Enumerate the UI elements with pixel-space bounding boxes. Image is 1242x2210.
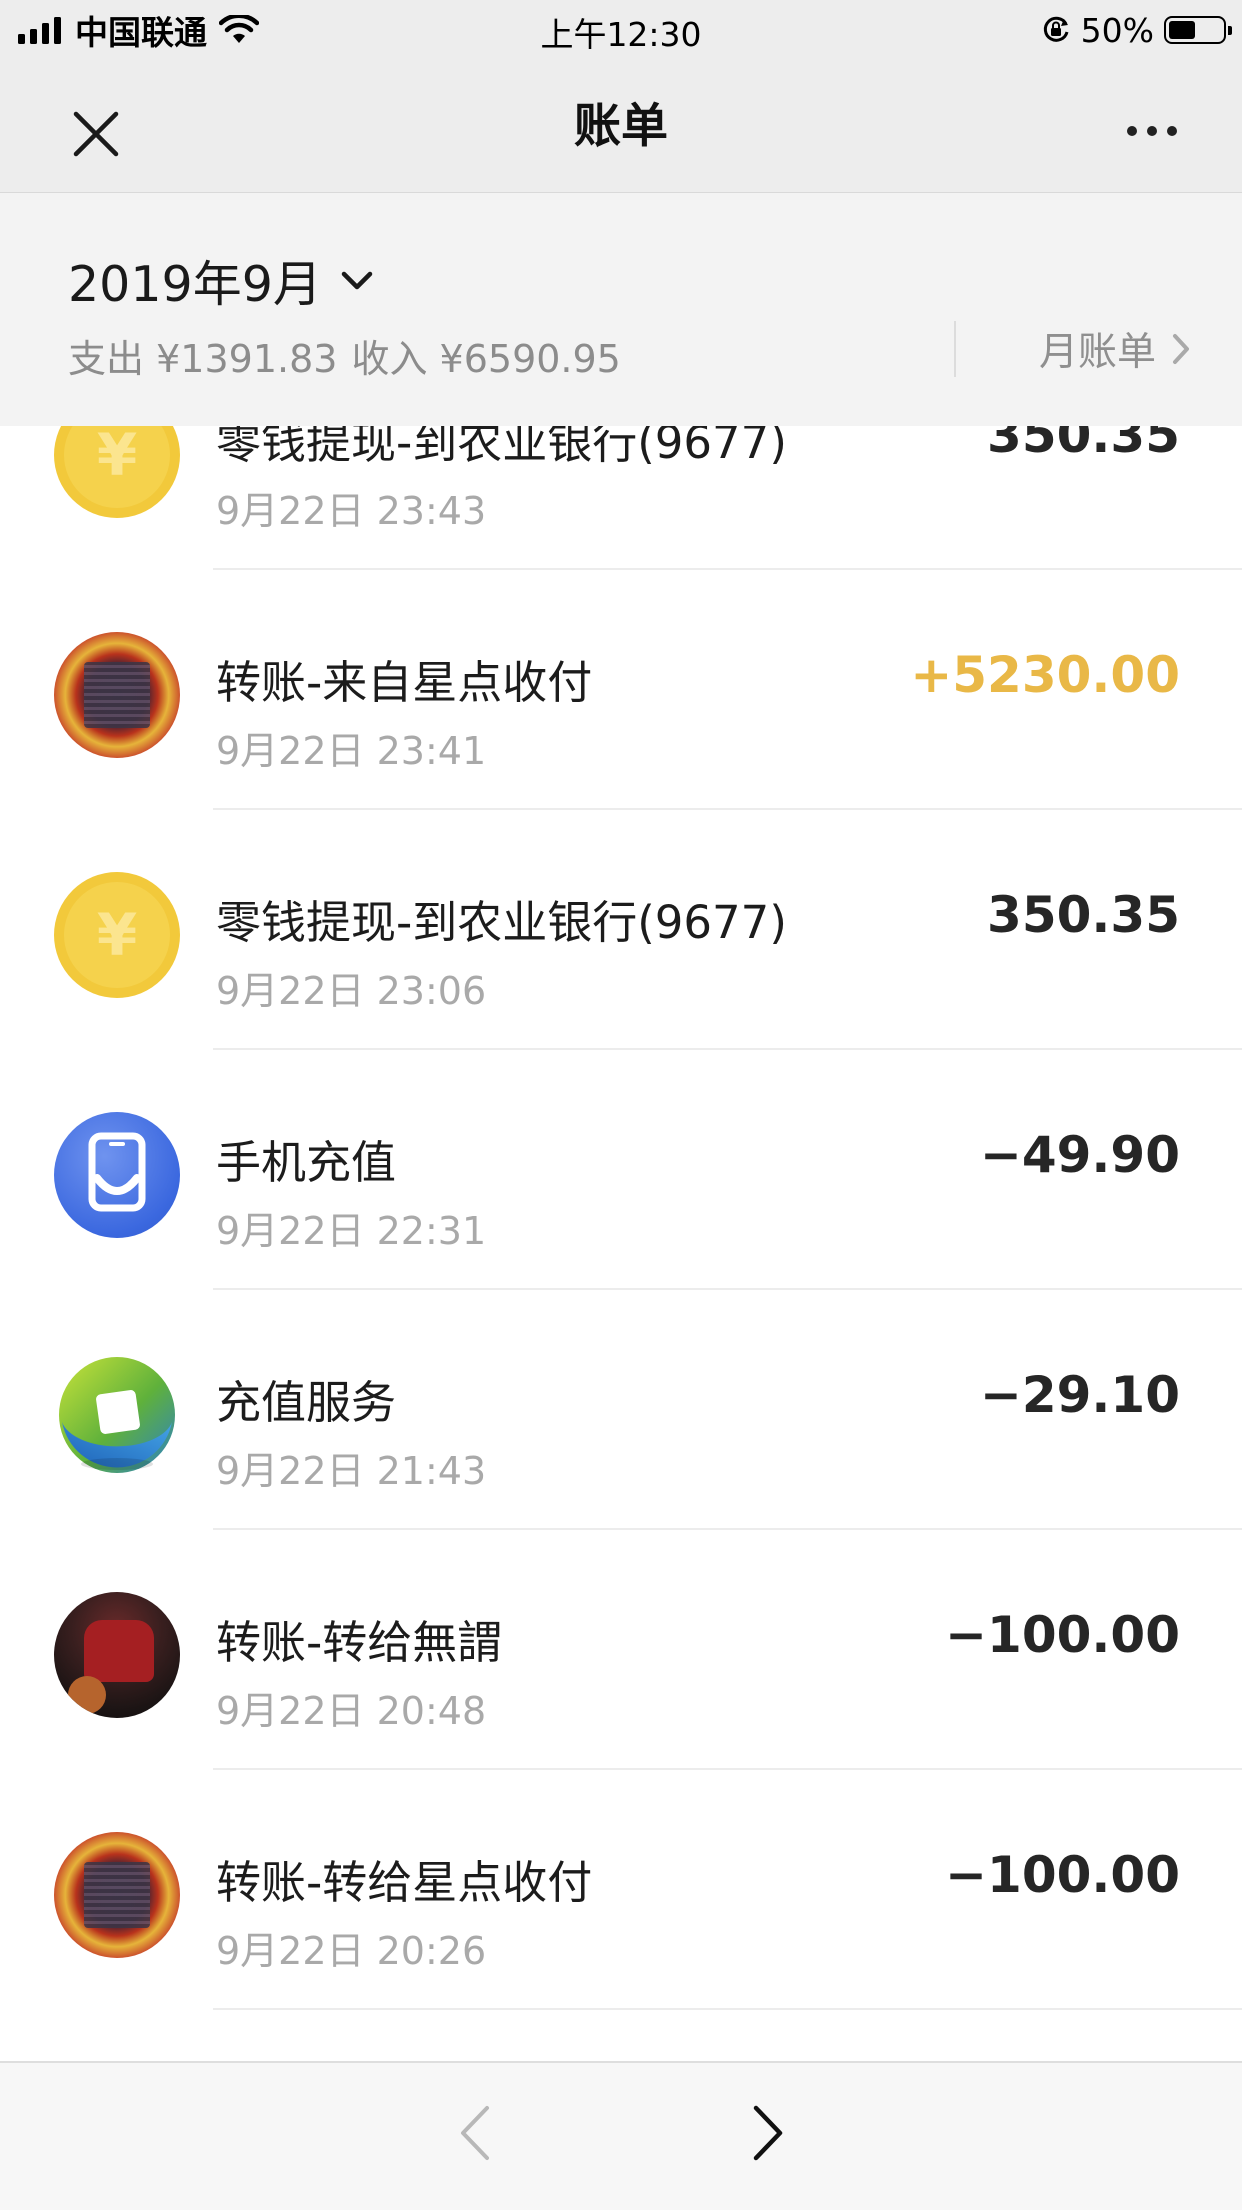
user-avatar bbox=[54, 1592, 180, 1718]
transaction-title: 转账-转给星点收付 bbox=[216, 1856, 593, 1909]
transaction-time: 9月22日 20:26 bbox=[216, 1929, 487, 1973]
transaction-time: 9月22日 22:31 bbox=[216, 1209, 487, 1253]
transaction-list: ¥ 零钱提现-到农业银行(9677) 9月22日 23:43 350.35 转账… bbox=[0, 330, 1242, 2010]
merchant-avatar bbox=[54, 1832, 180, 1958]
forward-button[interactable] bbox=[735, 2099, 803, 2167]
battery-percent: 50% bbox=[1080, 10, 1154, 50]
transaction-row[interactable]: ¥ 零钱提现-到农业银行(9677) 9月22日 23:06 350.35 bbox=[0, 810, 1242, 1050]
page-title: 账单 bbox=[574, 99, 668, 154]
transaction-title: 转账-来自星点收付 bbox=[216, 656, 593, 709]
month-selector[interactable]: 2019年9月 bbox=[68, 245, 374, 316]
transaction-amount: −29.10 bbox=[979, 1366, 1180, 1424]
qq-service-icon bbox=[54, 1352, 180, 1478]
transaction-row[interactable]: 手机充值 9月22日 22:31 −49.90 bbox=[0, 1050, 1242, 1290]
phone-recharge-icon bbox=[54, 1112, 180, 1238]
transaction-amount: −100.00 bbox=[945, 1846, 1180, 1904]
transaction-row[interactable]: 转账-转给星点收付 9月22日 20:26 −100.00 bbox=[0, 1770, 1242, 2010]
transaction-row[interactable]: 转账-转给無謂 9月22日 20:48 −100.00 bbox=[0, 1530, 1242, 1770]
back-button[interactable] bbox=[440, 2099, 508, 2167]
nav-bar: 账单 bbox=[0, 62, 1242, 193]
transaction-amount: 350.35 bbox=[987, 886, 1180, 944]
transaction-time: 9月22日 23:06 bbox=[216, 969, 487, 1013]
chevron-left-icon bbox=[461, 2106, 489, 2160]
status-bar: 中国联通 上午12:30 50% bbox=[0, 0, 1242, 62]
status-right: 50% bbox=[1041, 10, 1232, 50]
transaction-amount: +5230.00 bbox=[910, 646, 1180, 704]
month-summary-header: 2019年9月 支出 ¥1391.83 收入 ¥6590.95 月账单 bbox=[0, 193, 1242, 426]
more-icon-dot bbox=[1147, 126, 1157, 136]
more-icon-dot bbox=[1167, 126, 1177, 136]
income-value: ¥6590.95 bbox=[439, 337, 621, 381]
more-button[interactable] bbox=[1112, 106, 1192, 156]
transaction-row[interactable]: 转账-来自星点收付 9月22日 23:41 +5230.00 bbox=[0, 570, 1242, 810]
transaction-time: 9月22日 20:48 bbox=[216, 1689, 487, 1733]
battery-level bbox=[1169, 21, 1195, 39]
monthly-bill-link[interactable]: 月账单 bbox=[1039, 321, 1190, 377]
transaction-amount: −100.00 bbox=[945, 1606, 1180, 1664]
chevron-right-icon bbox=[1173, 334, 1189, 364]
transaction-time: 9月22日 23:41 bbox=[216, 729, 487, 773]
month-label: 2019年9月 bbox=[68, 256, 322, 313]
expense-label: 支出 bbox=[68, 337, 145, 381]
row-divider bbox=[213, 2008, 1242, 2010]
header-divider bbox=[954, 321, 956, 377]
battery-icon bbox=[1164, 16, 1232, 44]
chevron-down-icon bbox=[341, 271, 373, 289]
transaction-title: 零钱提现-到农业银行(9677) bbox=[216, 896, 787, 949]
more-icon-dot bbox=[1127, 126, 1137, 136]
bottom-toolbar bbox=[0, 2061, 1242, 2210]
orientation-lock-icon bbox=[1043, 16, 1069, 42]
transaction-title: 手机充值 bbox=[216, 1136, 397, 1189]
transaction-amount: −49.90 bbox=[979, 1126, 1180, 1184]
transaction-time: 9月22日 21:43 bbox=[216, 1449, 487, 1493]
coin-icon: ¥ bbox=[54, 872, 180, 998]
expense-value: ¥1391.83 bbox=[156, 337, 338, 381]
transaction-row[interactable]: 充值服务 9月22日 21:43 −29.10 bbox=[0, 1290, 1242, 1530]
close-button[interactable] bbox=[60, 98, 132, 170]
transaction-title: 转账-转给無謂 bbox=[216, 1616, 503, 1669]
monthly-bill-label: 月账单 bbox=[1038, 330, 1156, 375]
close-icon bbox=[73, 111, 119, 157]
income-label: 收入 bbox=[351, 337, 428, 381]
transaction-time: 9月22日 23:43 bbox=[216, 489, 487, 533]
month-summary: 支出 ¥1391.83 收入 ¥6590.95 bbox=[68, 328, 621, 383]
chevron-right-icon bbox=[753, 2105, 783, 2161]
transaction-title: 充值服务 bbox=[216, 1376, 397, 1429]
merchant-avatar bbox=[54, 632, 180, 758]
